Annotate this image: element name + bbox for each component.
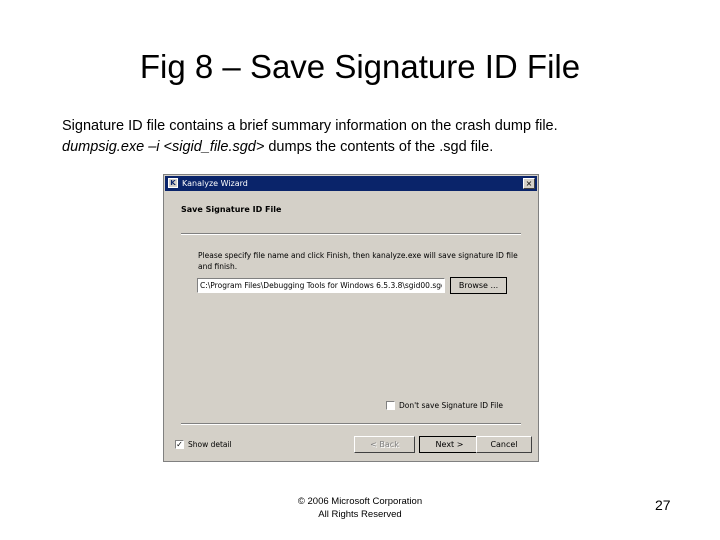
slide-title: Fig 8 – Save Signature ID File [139,48,581,85]
command-text: dumpsig.exe –i <sigid_file.sgd> [62,139,265,155]
description-line-1: Signature ID file contains a brief summa… [62,118,558,134]
next-button[interactable]: Next > [419,436,480,453]
window-title: Kanalyze Wizard [182,179,248,188]
copyright-line: © 2006 Microsoft Corporation [297,496,423,507]
dialog-titlebar[interactable]: K Kanalyze Wizard × [165,176,537,191]
dont-save-row[interactable]: Don't save Signature ID File [386,401,503,410]
rights-line: All Rights Reserved [318,509,402,520]
close-button[interactable]: × [523,178,535,189]
copyright-footer: © 2006 Microsoft Corporation All Rights … [260,495,460,521]
slide-description: Signature ID file contains a brief summa… [62,116,682,158]
show-detail-checkbox[interactable]: ✓ [175,440,184,449]
back-button[interactable]: < Back [354,436,415,453]
show-detail-label: Show detail [188,440,232,449]
description-line-2: dumpsig.exe –i <sigid_file.sgd> dumps th… [62,137,682,158]
page-number: 27 [655,497,671,513]
kanalyze-wizard-dialog: K Kanalyze Wizard × Save Signature ID Fi… [163,174,539,462]
description-rest: dumps the contents of the .sgd file. [264,139,494,155]
cancel-button[interactable]: Cancel [476,436,532,453]
show-detail-row[interactable]: ✓ Show detail [175,440,232,449]
dont-save-checkbox[interactable] [386,401,395,410]
footer-divider [181,423,521,425]
app-icon: K [168,178,178,188]
dont-save-label: Don't save Signature ID File [399,401,503,410]
browse-button[interactable]: Browse ... [450,277,507,294]
instruction-text: Please specify file name and click Finis… [198,251,518,271]
file-path-input[interactable] [197,278,445,293]
wizard-page-title: Save Signature ID File [181,205,282,214]
header-divider [181,233,521,235]
